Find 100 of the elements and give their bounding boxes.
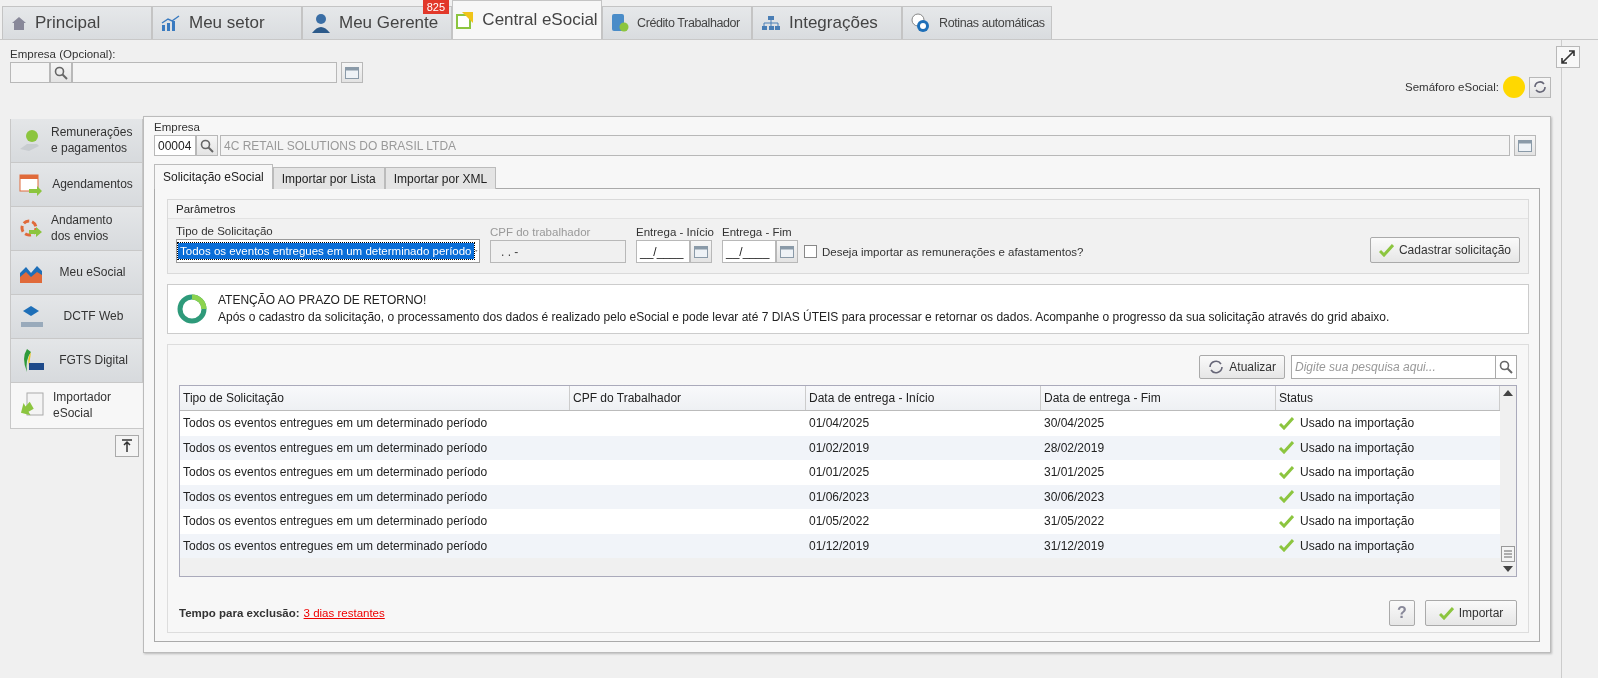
check-icon (1438, 606, 1454, 620)
column-header[interactable]: Tipo de Solicitação (180, 386, 570, 410)
checkbox[interactable] (804, 245, 817, 258)
field-label: Tipo de Solicitação (176, 225, 274, 237)
calendar-icon (345, 66, 359, 79)
table-cell: Todos os eventos entregues em um determinado período (183, 538, 488, 553)
calendar-button[interactable] (776, 240, 798, 263)
check-icon (1279, 514, 1294, 528)
column-header[interactable]: Data de entrega - Fim (1041, 386, 1276, 410)
nav-tab[interactable]: Crédito Trabalhador (602, 6, 752, 39)
semaphore-label: Semáforo eSocial: (1405, 81, 1499, 93)
table-cell: Usado na importação (1300, 538, 1415, 553)
hierarchy-icon (761, 15, 781, 31)
notification-badge: 825 (422, 0, 449, 14)
home-icon (11, 15, 27, 31)
import-button[interactable]: Importar (1425, 600, 1517, 626)
table-cell: 01/06/2023 (809, 489, 870, 504)
search-icon (200, 138, 214, 153)
table-cell: Usado na importação (1300, 440, 1415, 455)
tab[interactable]: Importar por XML (384, 167, 497, 189)
request-type-dropdown[interactable]: Todos os eventos entregues em um determinado período (176, 239, 480, 263)
side-menu-item[interactable]: Importador eSocial (10, 383, 145, 429)
table-cell: 01/02/2019 (809, 440, 870, 455)
field-label: Empresa (154, 121, 202, 133)
table-cell: 01/12/2019 (809, 538, 870, 553)
check-icon (1279, 416, 1294, 430)
nav-tab[interactable]: Meu setor (152, 6, 302, 39)
column-header[interactable]: Status (1276, 386, 1500, 410)
table-cell: Todos os eventos entregues em um determinado período (183, 514, 488, 529)
table-cell: 28/02/2019 (1044, 440, 1105, 455)
table-cell: 30/04/2025 (1044, 416, 1105, 431)
table-cell: Usado na importação (1300, 489, 1415, 504)
company-code-field[interactable] (10, 62, 50, 83)
nav-tab[interactable]: Principal (2, 6, 152, 39)
search-icon (1499, 360, 1513, 374)
search-button[interactable] (196, 135, 218, 156)
table-cell: Todos os eventos entregues em um determinado período (183, 440, 488, 455)
table-button[interactable] (1514, 135, 1536, 156)
search-field[interactable]: Digite sua pesquisa aqui... (1291, 355, 1495, 379)
company-code-field[interactable]: 00004 (154, 135, 196, 156)
table-cell: 30/06/2023 (1044, 489, 1105, 504)
nav-tab[interactable]: Integrações (752, 6, 902, 39)
scroll-up-icon[interactable] (1503, 390, 1513, 396)
side-menu-item[interactable]: Agendamentos (10, 163, 143, 207)
nav-tab[interactable]: Central eSocial (452, 0, 602, 39)
scroll-thumb[interactable] (1501, 546, 1515, 562)
table-cell: 01/01/2025 (809, 465, 870, 480)
calendar-arrow-icon (19, 172, 43, 197)
search-button[interactable] (1495, 355, 1517, 379)
table-cell: 31/12/2019 (1044, 538, 1105, 553)
notice-text: Após o cadastro da solicitação, o processamento dos dados é realizado pelo eSocial e pode levar até 7 DIAS ÚTEIS para processar e retornar os dados. Acompanhe o progresso da sua solicitação através do grid abaixo. (218, 309, 1390, 326)
tab[interactable]: Importar por Lista (272, 167, 385, 189)
notice-title: ATENÇÃO AO PRAZO DE RETORNO! (218, 292, 428, 309)
column-header[interactable]: CPF do Trabalhador (570, 386, 806, 410)
calendar-button[interactable] (690, 240, 712, 263)
side-menu-item[interactable]: DCTF Web (10, 295, 143, 339)
check-icon (1378, 243, 1394, 257)
scroll-down-icon[interactable] (1503, 566, 1513, 572)
column-header[interactable]: Data de entrega - Início (806, 386, 1041, 410)
expand-button[interactable] (1556, 46, 1580, 68)
ring-icon (176, 293, 208, 325)
table-cell: Todos os eventos entregues em um determinado período (183, 416, 488, 431)
calendar-icon (1518, 139, 1532, 152)
date-field[interactable]: __/____ (636, 240, 690, 263)
search-icon (54, 65, 68, 80)
refresh-button[interactable] (1529, 76, 1551, 98)
check-icon (1279, 441, 1294, 455)
refresh-icon (1208, 359, 1225, 375)
field-label: Empresa (Opcional): (10, 48, 117, 60)
table-button[interactable] (341, 62, 363, 83)
side-menu-item[interactable]: Remunerações e pagamentos (10, 119, 143, 163)
calendar-icon (780, 245, 794, 258)
nav-tab[interactable]: Rotinas automáticas (902, 6, 1052, 39)
refresh-icon (1533, 80, 1547, 94)
register-button[interactable]: Cadastrar solicitação (1369, 237, 1520, 263)
arrow-up-icon (121, 439, 133, 453)
table-cell: 01/05/2022 (809, 514, 870, 529)
table-cell: 31/01/2025 (1044, 465, 1105, 480)
check-icon (1279, 539, 1294, 553)
refresh-button[interactable]: Atualizar (1199, 355, 1285, 379)
table-cell: Usado na importação (1300, 514, 1415, 529)
phone-icon (611, 13, 629, 33)
company-name-field[interactable] (72, 62, 337, 83)
side-menu-item[interactable]: Andamento dos envios (10, 207, 143, 251)
collapse-button[interactable] (115, 435, 139, 457)
field-label: Entrega - Fim (722, 226, 793, 238)
side-menu-item[interactable]: Meu eSocial (10, 251, 143, 295)
date-field[interactable]: __/____ (722, 240, 776, 263)
table-cell: Todos os eventos entregues em um determinado período (183, 489, 488, 504)
status-light-icon (1503, 76, 1525, 98)
table-cell: Usado na importação (1300, 416, 1415, 431)
side-menu-item[interactable]: FGTS Digital (10, 339, 143, 383)
search-button[interactable] (50, 62, 72, 83)
deletion-time-label: Tempo para exclusão: (179, 607, 300, 619)
calendar-icon (694, 245, 708, 258)
chart-icon (161, 15, 181, 31)
tab[interactable]: Solicitação eSocial (154, 164, 273, 189)
check-icon (1279, 465, 1294, 479)
check-icon (1279, 490, 1294, 504)
days-remaining-link[interactable]: 3 dias restantes (303, 607, 385, 619)
